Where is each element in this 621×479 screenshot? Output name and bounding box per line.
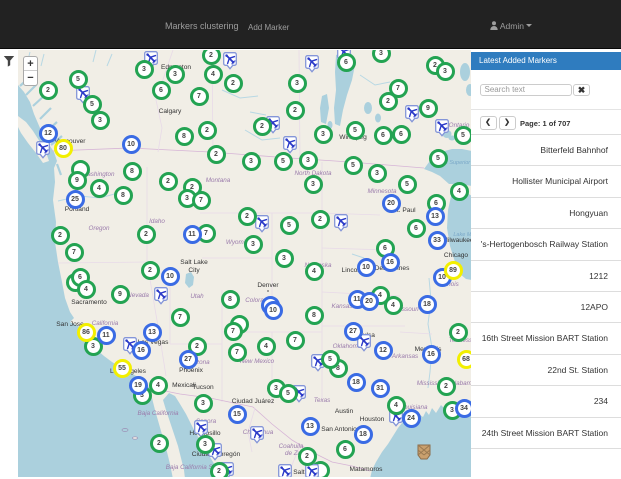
svg-text:Matamoros: Matamoros (350, 466, 384, 473)
svg-text:Denver: Denver (257, 282, 279, 289)
svg-text:San Antonio: San Antonio (321, 426, 357, 433)
svg-text:Mexicali: Mexicali (172, 382, 196, 389)
svg-text:Chicago: Chicago (444, 252, 469, 259)
svg-text:Milwaukee: Milwaukee (442, 237, 472, 244)
svg-text:City: City (188, 267, 200, 274)
svg-text:Idaho: Idaho (149, 218, 165, 225)
svg-text:Oregon: Oregon (88, 225, 110, 232)
svg-text:Utah: Utah (190, 293, 204, 300)
svg-text:Houston: Houston (360, 416, 385, 423)
svg-text:Salt Lake: Salt Lake (180, 259, 208, 266)
svg-text:Baja California: Baja California (138, 410, 179, 417)
svg-text:Arkansas: Arkansas (391, 353, 419, 360)
svg-text:Montana: Montana (206, 177, 231, 184)
svg-text:Sacramento: Sacramento (71, 299, 107, 306)
svg-text:Nevada: Nevada (127, 292, 149, 299)
svg-text:Austin: Austin (335, 408, 354, 415)
svg-text:Texas: Texas (314, 397, 331, 404)
svg-text:Calgary: Calgary (159, 108, 182, 115)
svg-text:Ciudad Juárez: Ciudad Juárez (232, 398, 275, 405)
svg-text:New Mexico: New Mexico (240, 358, 275, 365)
